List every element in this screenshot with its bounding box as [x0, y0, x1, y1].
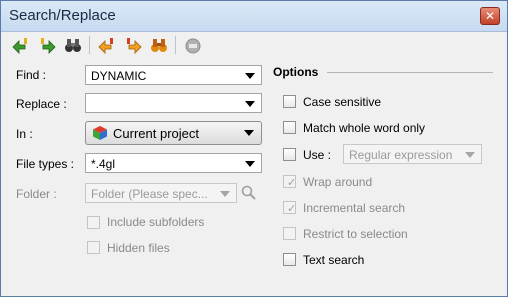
chevron-down-icon[interactable]: [245, 73, 255, 79]
search-replace-window: Search/Replace ✕ Find: DYNAMIC Replace …: [0, 0, 508, 297]
chevron-down-icon[interactable]: [220, 191, 230, 197]
restrict-to-selection-label: Restrict to selection: [303, 227, 408, 241]
use-label: Use :: [303, 148, 332, 162]
wrap-around-label: Wrap around: [303, 175, 373, 189]
file-types-combobox[interactable]: *.4gl: [85, 153, 262, 173]
find-previous-icon[interactable]: [11, 35, 31, 55]
title-bar: Search/Replace ✕: [1, 1, 507, 32]
include-subfolders-checkbox[interactable]: [87, 216, 100, 229]
replace-next-icon[interactable]: [123, 35, 143, 55]
close-button[interactable]: ✕: [480, 7, 500, 25]
wrap-around-checkbox[interactable]: ✓: [283, 175, 297, 189]
folder-combobox[interactable]: Folder (Please spec...: [85, 183, 237, 203]
hidden-files-label: Hidden files: [107, 241, 170, 255]
search-mode-combobox[interactable]: Regular expression: [343, 144, 482, 164]
replace-all-icon[interactable]: [149, 35, 169, 55]
folder-label: Folder :: [16, 187, 57, 201]
stop-icon[interactable]: [183, 35, 203, 55]
folder-placeholder: Folder (Please spec...: [91, 187, 208, 201]
find-combobox[interactable]: DYNAMIC: [85, 65, 262, 85]
find-value: DYNAMIC: [91, 69, 147, 83]
restrict-to-selection-checkbox[interactable]: [283, 227, 296, 240]
find-all-icon[interactable]: [63, 35, 83, 55]
chevron-down-icon[interactable]: [465, 152, 475, 158]
window-title: Search/Replace: [9, 7, 116, 24]
incremental-search-label: Incremental search: [303, 201, 406, 215]
scope-dropdown[interactable]: Current project: [85, 121, 262, 145]
options-divider: [327, 72, 493, 73]
replace-label: Replace :: [16, 97, 67, 111]
search-mode-value: Regular expression: [349, 148, 453, 162]
match-whole-word-checkbox[interactable]: [283, 121, 296, 134]
hidden-files-checkbox[interactable]: [87, 241, 100, 254]
file-types-value: *.4gl: [91, 157, 116, 171]
case-sensitive-label: Case sensitive: [303, 95, 382, 109]
project-icon: [93, 126, 107, 140]
options-heading: Options: [273, 65, 319, 79]
toolbar-separator: [175, 36, 176, 54]
checkmark-icon: ✓: [287, 203, 297, 215]
case-sensitive-checkbox[interactable]: [283, 95, 296, 108]
replace-combobox[interactable]: [85, 93, 262, 113]
text-search-label: Text search: [303, 253, 365, 267]
find-next-icon[interactable]: [37, 35, 57, 55]
browse-folder-icon[interactable]: [240, 184, 258, 202]
file-types-label: File types :: [16, 157, 75, 171]
incremental-search-checkbox[interactable]: ✓: [283, 201, 297, 215]
in-label: In :: [16, 127, 33, 141]
chevron-down-icon[interactable]: [245, 161, 255, 167]
checkmark-icon: ✓: [287, 177, 297, 189]
chevron-down-icon[interactable]: [244, 130, 254, 136]
use-regex-checkbox[interactable]: [283, 148, 296, 161]
find-label: Find :: [16, 68, 47, 82]
chevron-down-icon[interactable]: [245, 101, 255, 107]
toolbar-separator: [89, 36, 90, 54]
include-subfolders-label: Include subfolders: [107, 215, 205, 229]
scope-value: Current project: [113, 126, 199, 141]
toolbar: [7, 33, 503, 57]
replace-previous-icon[interactable]: [97, 35, 117, 55]
match-whole-word-label: Match whole word only: [303, 121, 426, 135]
text-search-checkbox[interactable]: [283, 253, 296, 266]
